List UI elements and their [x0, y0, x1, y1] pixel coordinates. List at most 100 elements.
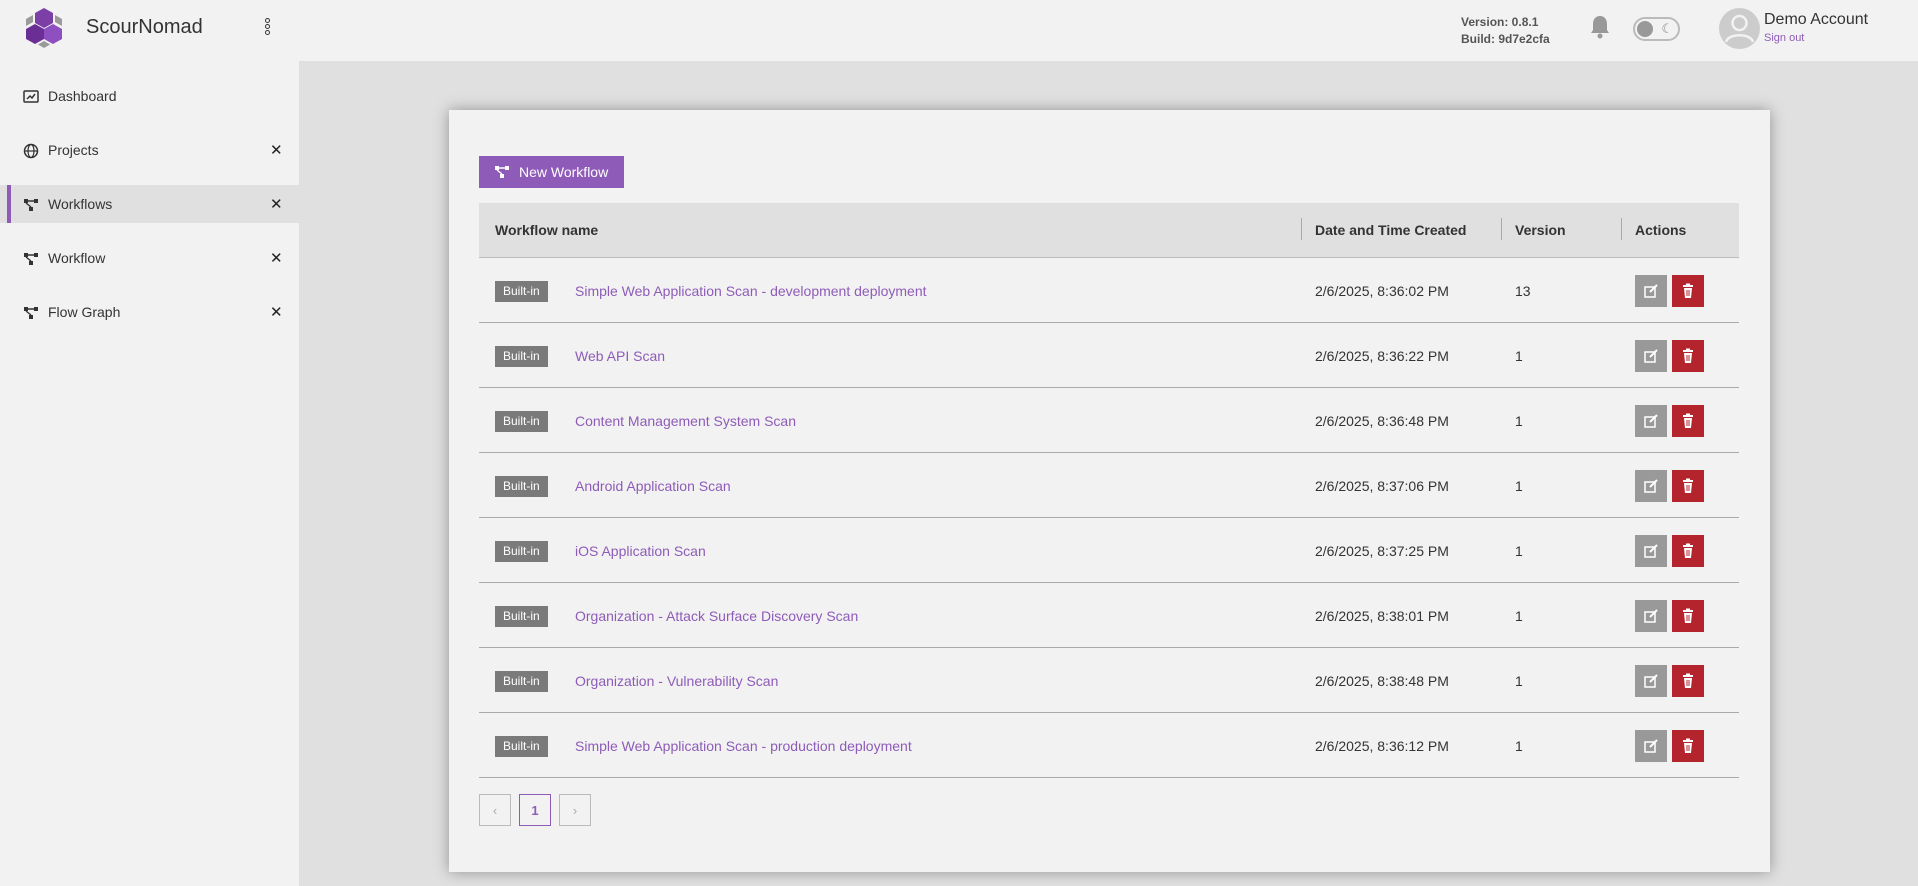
edit-icon [1644, 349, 1658, 363]
edit-button[interactable] [1635, 470, 1667, 502]
edit-button[interactable] [1635, 535, 1667, 567]
edit-button[interactable] [1635, 600, 1667, 632]
bell-icon[interactable] [1588, 14, 1612, 40]
edit-button[interactable] [1635, 665, 1667, 697]
moon-icon: ☾ [1661, 21, 1673, 36]
version-info: Version: 0.8.1 Build: 9d7e2cfa [1461, 14, 1550, 48]
user-icon [1724, 14, 1755, 43]
workflow-icon [24, 199, 38, 211]
table-header: Workflow name Date and Time Created Vers… [479, 203, 1739, 258]
close-icon[interactable]: ✕ [270, 249, 283, 267]
prev-page-button[interactable]: ‹ [479, 794, 511, 826]
pagination: ‹ 1 › [479, 794, 599, 826]
built-in-badge: Built-in [495, 411, 548, 432]
workflows-table: Workflow name Date and Time Created Vers… [479, 203, 1739, 778]
delete-button[interactable] [1672, 470, 1704, 502]
new-workflow-label: New Workflow [519, 164, 609, 180]
built-in-badge: Built-in [495, 346, 548, 367]
sidebar-item-label: Workflows [48, 196, 113, 212]
trash-icon [1683, 283, 1693, 298]
workflow-icon [24, 253, 38, 265]
workflow-name-link[interactable]: Web API Scan [575, 348, 665, 364]
dark-mode-toggle[interactable]: ☾ [1633, 17, 1680, 41]
delete-button[interactable] [1672, 730, 1704, 762]
sidebar-item-label: Projects [48, 142, 99, 158]
version-number: 1 [1515, 543, 1523, 559]
sidebar: Dashboard Projects ✕ Workflows ✕ Workflo… [0, 61, 299, 886]
sidebar-item-workflow[interactable]: Workflow ✕ [0, 239, 299, 277]
built-in-badge: Built-in [495, 541, 548, 562]
column-resizer[interactable] [1301, 218, 1302, 240]
built-in-badge: Built-in [495, 281, 548, 302]
workflow-icon [24, 307, 38, 319]
column-resizer[interactable] [1621, 218, 1622, 240]
app-logo-icon[interactable] [23, 7, 65, 49]
sidebar-item-projects[interactable]: Projects ✕ [0, 131, 299, 169]
workflow-name-link[interactable]: iOS Application Scan [575, 543, 706, 559]
more-menu-icon[interactable] [258, 17, 276, 39]
created-date: 2/6/2025, 8:36:12 PM [1315, 738, 1449, 754]
built-in-badge: Built-in [495, 476, 548, 497]
sidebar-item-dashboard[interactable]: Dashboard [0, 77, 299, 115]
new-workflow-button[interactable]: New Workflow [479, 156, 624, 188]
edit-icon [1644, 739, 1658, 753]
delete-button[interactable] [1672, 340, 1704, 372]
table-row: Built-in Content Management System Scan … [479, 388, 1739, 453]
created-date: 2/6/2025, 8:36:02 PM [1315, 283, 1449, 299]
delete-button[interactable] [1672, 600, 1704, 632]
workflow-name-link[interactable]: Content Management System Scan [575, 413, 796, 429]
workflow-name-link[interactable]: Simple Web Application Scan - production… [575, 738, 912, 754]
sign-out-link[interactable]: Sign out [1764, 32, 1804, 44]
toggle-knob [1637, 21, 1653, 37]
delete-button[interactable] [1672, 405, 1704, 437]
edit-button[interactable] [1635, 275, 1667, 307]
globe-icon [23, 143, 39, 159]
version-number: 1 [1515, 413, 1523, 429]
created-date: 2/6/2025, 8:36:48 PM [1315, 413, 1449, 429]
version-number: 13 [1515, 283, 1531, 299]
workflow-icon [495, 166, 509, 178]
app-title: ScourNomad [86, 16, 203, 38]
edit-button[interactable] [1635, 730, 1667, 762]
table-row: Built-in Android Application Scan 2/6/20… [479, 453, 1739, 518]
sidebar-item-workflows[interactable]: Workflows ✕ [0, 185, 299, 223]
edit-icon [1644, 414, 1658, 428]
edit-icon [1644, 479, 1658, 493]
close-icon[interactable]: ✕ [270, 195, 283, 213]
delete-button[interactable] [1672, 275, 1704, 307]
sidebar-item-flow-graph[interactable]: Flow Graph ✕ [0, 293, 299, 331]
column-header-name[interactable]: Workflow name [495, 222, 598, 238]
created-date: 2/6/2025, 8:37:06 PM [1315, 478, 1449, 494]
column-header-version[interactable]: Version [1515, 222, 1566, 238]
edit-icon [1644, 284, 1658, 298]
column-resizer[interactable] [1501, 218, 1502, 240]
delete-button[interactable] [1672, 535, 1704, 567]
delete-button[interactable] [1672, 665, 1704, 697]
trash-icon [1683, 608, 1693, 623]
edit-button[interactable] [1635, 405, 1667, 437]
edit-button[interactable] [1635, 340, 1667, 372]
sidebar-item-label: Workflow [48, 250, 106, 266]
created-date: 2/6/2025, 8:38:48 PM [1315, 673, 1449, 689]
workflow-name-link[interactable]: Simple Web Application Scan - developmen… [575, 283, 927, 299]
next-page-button[interactable]: › [559, 794, 591, 826]
version-number: 1 [1515, 738, 1523, 754]
table-row: Built-in Simple Web Application Scan - p… [479, 713, 1739, 778]
built-in-badge: Built-in [495, 606, 548, 627]
page-1-button[interactable]: 1 [519, 794, 551, 826]
trash-icon [1683, 673, 1693, 688]
column-header-actions: Actions [1635, 222, 1687, 238]
dashboard-icon [23, 90, 39, 103]
close-icon[interactable]: ✕ [270, 141, 283, 159]
column-header-date[interactable]: Date and Time Created [1315, 222, 1466, 238]
workflow-name-link[interactable]: Organization - Vulnerability Scan [575, 673, 778, 689]
version-text: Version: 0.8.1 [1461, 15, 1539, 29]
created-date: 2/6/2025, 8:37:25 PM [1315, 543, 1449, 559]
avatar[interactable] [1719, 8, 1760, 49]
top-header: ScourNomad Version: 0.8.1 Build: 9d7e2cf… [0, 0, 1918, 61]
trash-icon [1683, 413, 1693, 428]
workflow-name-link[interactable]: Organization - Attack Surface Discovery … [575, 608, 858, 624]
close-icon[interactable]: ✕ [270, 303, 283, 321]
workflow-name-link[interactable]: Android Application Scan [575, 478, 731, 494]
built-in-badge: Built-in [495, 671, 548, 692]
